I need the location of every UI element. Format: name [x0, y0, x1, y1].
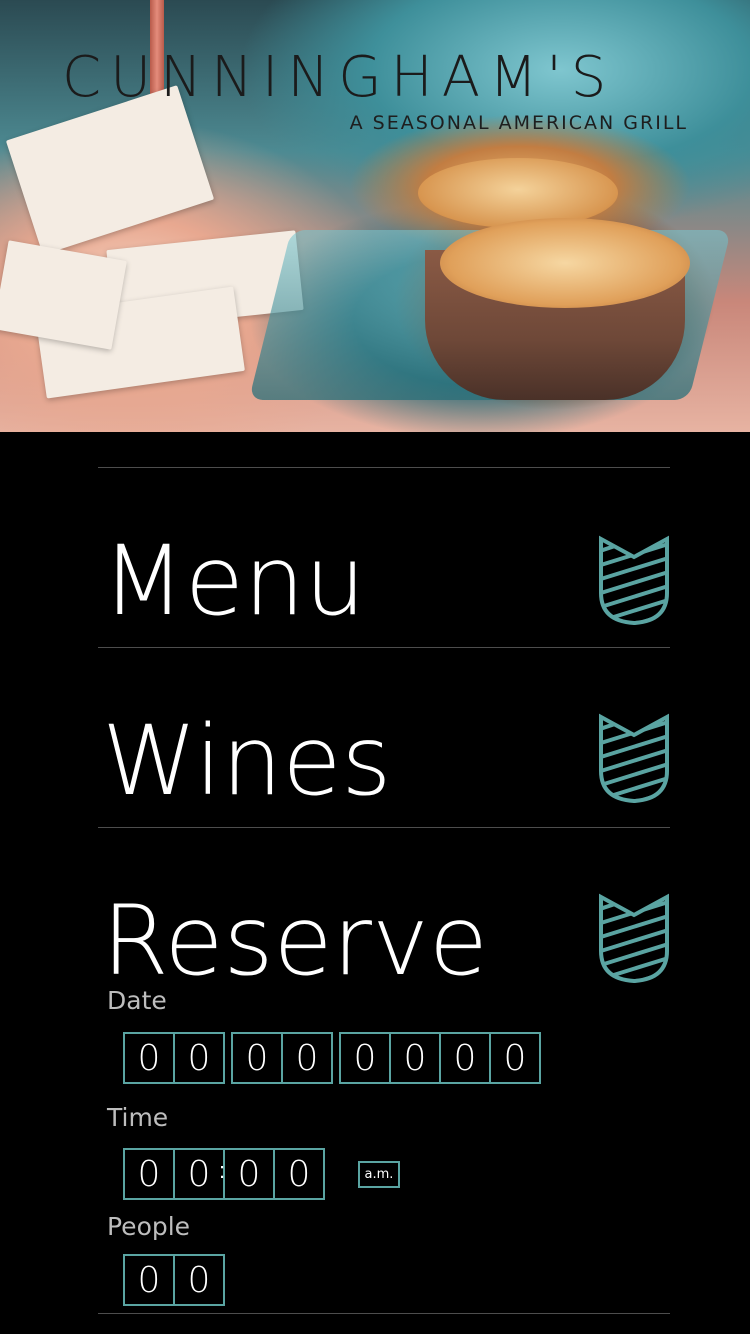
date-digit[interactable]: 0 [231, 1032, 283, 1084]
divider [98, 827, 670, 828]
date-digit[interactable]: 0 [123, 1032, 175, 1084]
pot-pie-graphic [440, 218, 690, 308]
time-digit[interactable]: 0 [173, 1148, 225, 1200]
time-digit[interactable]: 0 [273, 1148, 325, 1200]
logo: CUNNINGHAM'S [62, 48, 687, 108]
nav-reserve[interactable]: Reserve [98, 865, 670, 1005]
divider [98, 1313, 670, 1314]
people-label: People [107, 1212, 191, 1241]
time-digit[interactable]: 0 [223, 1148, 275, 1200]
time-input[interactable]: 0 0 : 0 0 [123, 1148, 325, 1200]
meridiem-toggle[interactable]: a.m. [358, 1161, 400, 1188]
date-input[interactable]: 0 0 0 0 0 0 0 0 [123, 1032, 547, 1084]
date-digit[interactable]: 0 [489, 1032, 541, 1084]
people-digit[interactable]: 0 [173, 1254, 225, 1306]
nav-wines-label: Wines [102, 705, 392, 817]
date-digit[interactable]: 0 [389, 1032, 441, 1084]
nav-wines[interactable]: Wines [98, 685, 670, 825]
logo-wordmark: CUNNINGHAM'S [62, 45, 616, 110]
nav-menu-label: Menu [102, 525, 366, 637]
date-digit[interactable]: 0 [281, 1032, 333, 1084]
nav-menu[interactable]: Menu [98, 505, 670, 645]
people-digit[interactable]: 0 [123, 1254, 175, 1306]
date-digit[interactable]: 0 [339, 1032, 391, 1084]
logo-tagline: A SEASONAL AMERICAN GRILL [349, 112, 688, 134]
pot-pie-graphic [418, 158, 618, 228]
crest-icon [599, 893, 669, 983]
nav-reserve-label: Reserve [102, 885, 488, 997]
ticket-graphic [5, 85, 215, 255]
people-input[interactable]: 0 0 [123, 1254, 225, 1306]
date-digit[interactable]: 0 [439, 1032, 491, 1084]
time-label: Time [107, 1103, 169, 1132]
hero-image: CUNNINGHAM'S A SEASONAL AMERICAN GRILL [0, 0, 750, 432]
time-digit[interactable]: 0 [123, 1148, 175, 1200]
date-digit[interactable]: 0 [173, 1032, 225, 1084]
crest-icon [599, 535, 669, 625]
crest-icon [599, 713, 669, 803]
divider [98, 647, 670, 648]
divider [98, 467, 670, 468]
date-label: Date [107, 986, 167, 1015]
time-colon: : [219, 1158, 226, 1183]
